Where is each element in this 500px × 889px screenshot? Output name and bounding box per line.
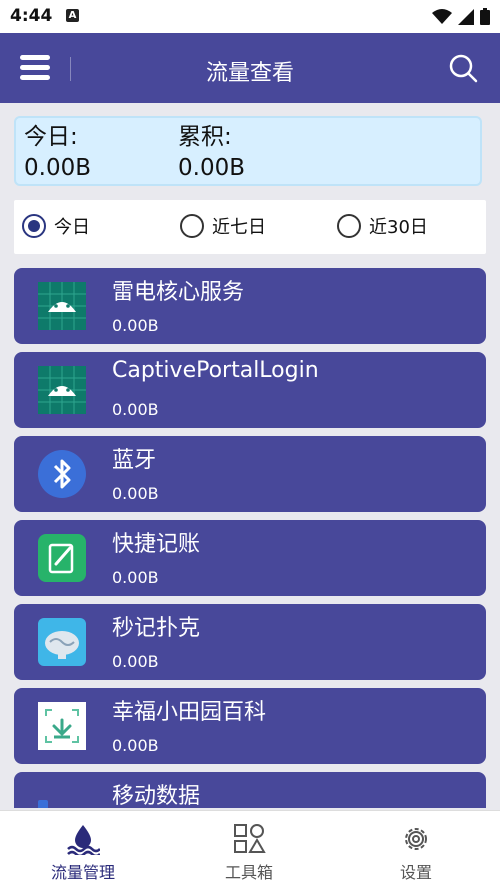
range-option-label: 近七日 xyxy=(212,217,266,238)
app-name: 幸福小田园百科 xyxy=(112,700,267,725)
range-option-7days[interactable]: 近七日 xyxy=(180,213,266,239)
page-title: 流量查看 xyxy=(205,61,294,86)
list-item[interactable]: 快捷记账 0.00B xyxy=(14,520,486,596)
list-item[interactable]: CaptivePortalLogin 0.00B xyxy=(14,352,486,428)
nav-traffic-management[interactable]: 流量管理 xyxy=(0,823,166,883)
app-name: 雷电核心服务 xyxy=(112,280,245,305)
traffic-summary: 今日: 0.00B 累积: 0.00B xyxy=(14,116,482,186)
notification-a-icon: A xyxy=(66,9,79,22)
nav-label: 设置 xyxy=(399,863,432,882)
app-usage: 0.00B xyxy=(112,736,159,755)
list-item[interactable]: 幸福小田园百科 0.00B xyxy=(14,688,486,764)
list-item[interactable]: 移动数据 xyxy=(14,772,486,808)
range-option-today[interactable]: 今日 xyxy=(22,213,90,239)
mobile-data-icon xyxy=(38,800,48,808)
list-item[interactable]: 雷电核心服务 0.00B xyxy=(14,268,486,344)
range-option-label: 近30日 xyxy=(369,217,428,238)
today-label: 今日: xyxy=(24,124,78,150)
app-usage: 0.00B xyxy=(112,568,159,587)
app-traffic-list[interactable]: 雷电核心服务 0.00B CaptivePortalLogin 0.00B 蓝牙… xyxy=(14,268,486,808)
water-drop-icon xyxy=(67,825,100,855)
total-value: 0.00B xyxy=(178,155,245,181)
status-icons xyxy=(432,8,490,25)
garden-icon xyxy=(38,702,86,750)
app-name: 移动数据 xyxy=(112,784,201,808)
bluetooth-icon xyxy=(38,450,86,498)
app-name: CaptivePortalLogin xyxy=(112,358,319,383)
bottom-navigation: 流量管理 工具箱 设置 xyxy=(0,810,500,889)
nav-label: 工具箱 xyxy=(224,863,273,882)
app-usage: 0.00B xyxy=(112,400,159,419)
app-name: 快捷记账 xyxy=(112,532,201,557)
radio-unselected[interactable] xyxy=(337,214,361,238)
range-option-30days[interactable]: 近30日 xyxy=(337,213,428,239)
battery-icon xyxy=(480,8,490,25)
range-selector: 今日 近七日 近30日 xyxy=(14,200,486,254)
total-label: 累积: xyxy=(178,124,232,150)
brain-icon xyxy=(38,618,86,666)
app-bar: 流量查看 xyxy=(0,33,500,103)
android-icon xyxy=(38,366,86,414)
range-option-label: 今日 xyxy=(54,217,90,238)
android-icon xyxy=(38,282,86,330)
search-icon[interactable] xyxy=(448,53,478,83)
radio-selected[interactable] xyxy=(22,214,46,238)
shapes-icon xyxy=(234,824,266,853)
notebook-icon xyxy=(38,534,86,582)
status-bar: 4:44 A xyxy=(0,0,500,33)
app-usage: 0.00B xyxy=(112,316,159,335)
app-name: 蓝牙 xyxy=(112,448,157,473)
radio-unselected[interactable] xyxy=(180,214,204,238)
nav-settings[interactable]: 设置 xyxy=(333,823,499,883)
app-usage: 0.00B xyxy=(112,652,159,671)
today-summary: 今日: 0.00B xyxy=(24,122,91,184)
list-item[interactable]: 秒记扑克 0.00B xyxy=(14,604,486,680)
wifi-icon xyxy=(432,8,452,24)
list-item[interactable]: 蓝牙 0.00B xyxy=(14,436,486,512)
nav-label: 流量管理 xyxy=(50,863,115,882)
status-time: 4:44 xyxy=(10,6,53,26)
today-value: 0.00B xyxy=(24,155,91,181)
nav-toolbox[interactable]: 工具箱 xyxy=(166,823,332,883)
app-usage: 0.00B xyxy=(112,484,159,503)
signal-icon xyxy=(458,8,474,25)
app-name: 秒记扑克 xyxy=(112,616,201,641)
gear-icon xyxy=(405,828,427,850)
total-summary: 累积: 0.00B xyxy=(178,122,245,184)
